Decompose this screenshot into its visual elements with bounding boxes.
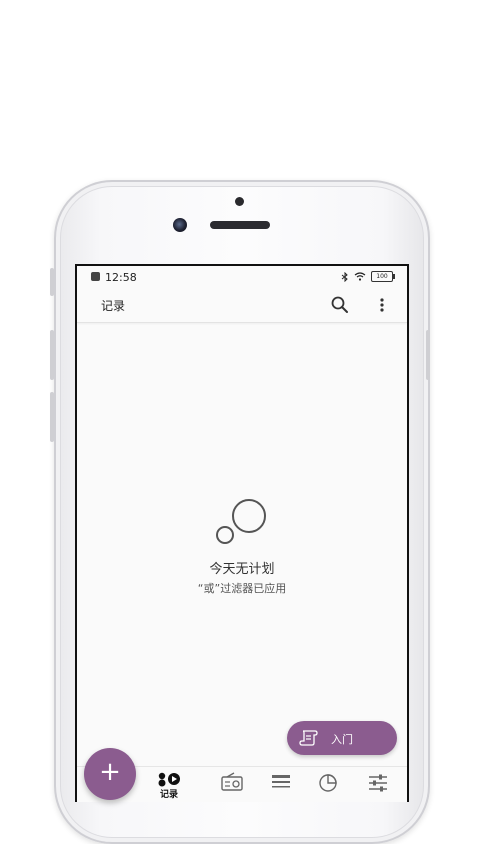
search-icon [331, 296, 348, 313]
phone-volume-down [50, 392, 54, 442]
more-options-button[interactable] [375, 294, 389, 316]
radio-icon [221, 772, 243, 791]
earpiece-speaker [210, 221, 270, 229]
sliders-icon [369, 774, 387, 792]
phone-side-button [50, 268, 54, 296]
record-icon [158, 772, 180, 787]
phone-volume-up [50, 330, 54, 380]
page-title: 记录 [101, 299, 126, 313]
empty-state-subtitle: “或”过滤器已应用 [197, 582, 287, 595]
pie-chart-icon [319, 774, 337, 792]
list-icon [272, 775, 290, 788]
bluetooth-icon [341, 271, 348, 282]
front-camera [173, 218, 187, 232]
notification-icon [91, 272, 100, 281]
nav-item-record[interactable]: 记录 [155, 771, 183, 801]
scroll-icon [299, 730, 318, 746]
more-vert-icon [380, 298, 384, 312]
wifi-icon [354, 272, 366, 281]
status-bar: 12:58 100 [77, 266, 407, 288]
battery-icon: 100 [371, 271, 395, 282]
search-button[interactable] [329, 294, 351, 316]
intro-button-label: 入门 [331, 733, 353, 746]
nav-item-settings[interactable] [365, 771, 393, 801]
nav-item-record-label: 记录 [159, 790, 178, 800]
phone-sensor [235, 197, 244, 206]
add-record-button[interactable]: + [84, 748, 136, 800]
status-time: 12:58 [105, 271, 137, 284]
phone-power-button [426, 330, 430, 380]
empty-state-title: 今天无计划 [209, 562, 275, 577]
nav-item-list[interactable] [267, 771, 295, 801]
nav-item-radio[interactable] [219, 771, 247, 801]
status-indicators: 100 [341, 271, 395, 282]
app-bar: 记录 [77, 288, 407, 323]
intro-button[interactable]: 入门 [287, 721, 397, 755]
nav-item-statistics[interactable] [315, 771, 343, 801]
thought-bubble-icon [216, 499, 266, 544]
plus-icon: + [99, 757, 121, 787]
app-screen: 12:58 100 记录 今天无计划 “或”过滤器已应用 入门 记录 [75, 264, 409, 802]
